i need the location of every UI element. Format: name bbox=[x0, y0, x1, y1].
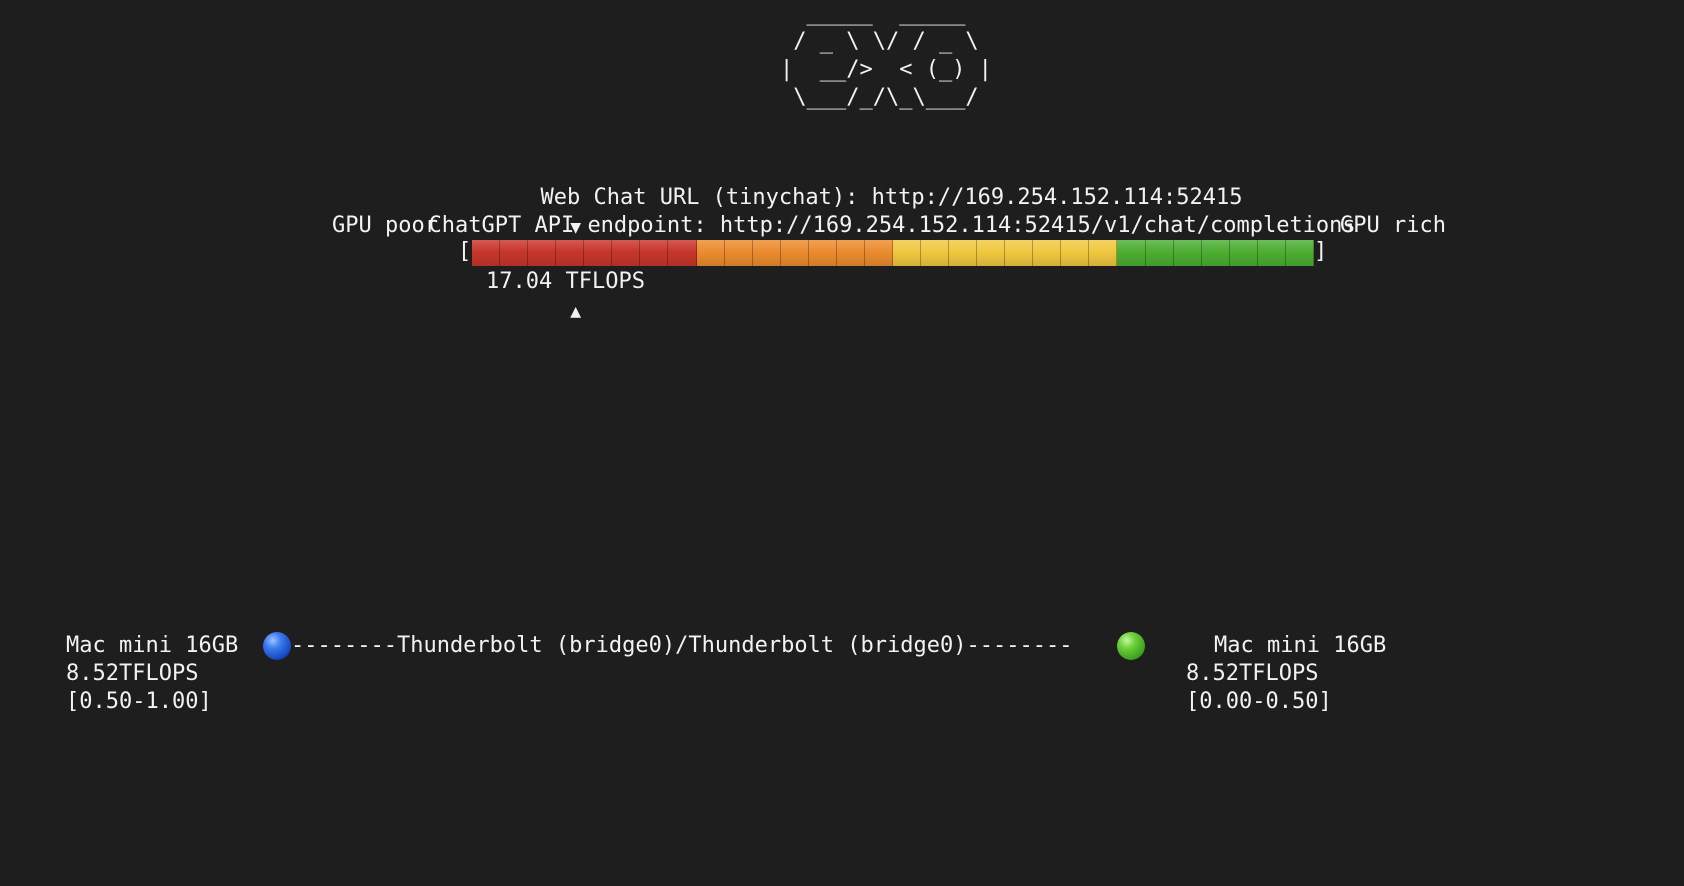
gpu-gauge-bar bbox=[472, 240, 1314, 266]
gauge-segment bbox=[949, 240, 978, 266]
gauge-segment bbox=[1257, 240, 1286, 266]
gauge-segment bbox=[1285, 240, 1314, 266]
exo-ascii-logo: _____ _____ / _ \ \/ / _ \ | __/> < (_) … bbox=[780, 1, 992, 110]
gpu-rich-label: GPU rich bbox=[1340, 213, 1446, 238]
gauge-segment bbox=[808, 240, 837, 266]
gauge-segment bbox=[1033, 240, 1062, 266]
gauge-marker-down-icon: ▼ bbox=[570, 217, 582, 238]
api-endpoint-url[interactable]: http://169.254.152.114:52415/v1/chat/com… bbox=[720, 213, 1356, 238]
left-node-tflops: 8.52TFLOPS bbox=[66, 661, 199, 686]
gauge-segment bbox=[584, 240, 613, 266]
gauge-segment bbox=[780, 240, 809, 266]
gauge-segment bbox=[640, 240, 669, 266]
gauge-left-bracket: [ bbox=[458, 239, 472, 264]
gauge-segment bbox=[921, 240, 950, 266]
right-node-name: Mac mini 16GB bbox=[1214, 633, 1387, 658]
left-node-range: [0.50-1.00] bbox=[66, 689, 212, 714]
gauge-segment bbox=[836, 240, 865, 266]
right-node-dot-icon bbox=[1117, 632, 1145, 660]
gauge-segment bbox=[1229, 240, 1258, 266]
left-node-dot-icon bbox=[263, 632, 291, 660]
gauge-segment bbox=[892, 240, 921, 266]
gauge-segment bbox=[1145, 240, 1174, 266]
gauge-right-bracket: ] bbox=[1314, 239, 1328, 264]
gauge-segment bbox=[696, 240, 725, 266]
gauge-segment bbox=[1201, 240, 1230, 266]
api-endpoint-label: ChatGPT API endpoint: bbox=[428, 213, 707, 238]
gauge-segment bbox=[1089, 240, 1118, 266]
gauge-segment bbox=[612, 240, 641, 266]
gauge-segment bbox=[528, 240, 557, 266]
gauge-value: 17.04 TFLOPS bbox=[486, 269, 645, 294]
gauge-segment bbox=[752, 240, 781, 266]
gauge-segment bbox=[1173, 240, 1202, 266]
gauge-segment bbox=[668, 240, 697, 266]
right-node-range: [0.00-0.50] bbox=[1186, 689, 1332, 714]
api-endpoint-line: ChatGPT API endpoint: http://169.254.152… bbox=[402, 184, 1356, 240]
gauge-segment bbox=[472, 240, 501, 266]
gauge-segment bbox=[977, 240, 1006, 266]
gauge-segment bbox=[500, 240, 529, 266]
right-node-tflops: 8.52TFLOPS bbox=[1186, 661, 1319, 686]
gauge-segment bbox=[1117, 240, 1146, 266]
thunderbolt-link: --------Thunderbolt (bridge0)/Thunderbol… bbox=[291, 633, 1073, 658]
gauge-segment bbox=[556, 240, 585, 266]
gauge-segment bbox=[864, 240, 893, 266]
left-node-name: Mac mini 16GB bbox=[66, 633, 239, 658]
gauge-marker-up-icon: ▲ bbox=[570, 301, 582, 322]
gauge-segment bbox=[1061, 240, 1090, 266]
gpu-poor-label: GPU poor bbox=[332, 213, 438, 238]
gauge-segment bbox=[1005, 240, 1034, 266]
gauge-segment bbox=[724, 240, 753, 266]
